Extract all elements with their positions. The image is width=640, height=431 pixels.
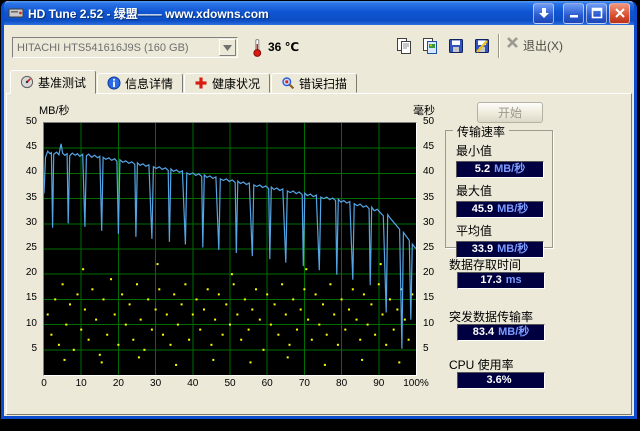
max-value: 45.9 xyxy=(471,203,494,215)
health-cross-icon xyxy=(194,76,208,90)
benchmark-icon xyxy=(20,75,34,89)
axis-tick: 40 xyxy=(423,166,435,178)
copy-text-button[interactable] xyxy=(392,34,416,58)
min-value: 5.2 xyxy=(474,163,491,175)
drive-select[interactable]: HITACHI HTS541616J9S (160 GB) xyxy=(12,37,238,58)
axis-tick: 30 xyxy=(150,378,162,389)
axis-tick: 45 xyxy=(423,141,435,153)
axis-tick: 20 xyxy=(112,378,124,389)
burst-rate-value-field: 83.4 MB/秒 xyxy=(457,324,545,341)
exit-button[interactable]: 退出(X) xyxy=(506,36,563,54)
tab-label: 信息详情 xyxy=(125,76,174,91)
axis-tick: 5 xyxy=(31,342,37,354)
axis-tick: 40 xyxy=(187,378,199,389)
avg-value: 33.9 xyxy=(471,243,494,255)
save-image-button[interactable] xyxy=(470,34,494,58)
download-button[interactable] xyxy=(533,2,554,24)
chevron-down-icon[interactable] xyxy=(219,39,236,56)
left-axis-ticks: 50 45 40 35 30 25 20 15 10 5 xyxy=(11,116,39,374)
tab-benchmark[interactable]: 基准测试 xyxy=(10,70,97,94)
burst-rate-value: 83.4 xyxy=(472,326,495,338)
toolbar-separator xyxy=(498,34,500,58)
window-title: HD Tune 2.52 - 绿盟—— www.xdowns.com xyxy=(28,6,269,21)
axis-tick: 45 xyxy=(25,141,37,153)
maximize-button[interactable] xyxy=(586,2,607,24)
axis-tick: 0 xyxy=(41,378,47,389)
axis-tick: 60 xyxy=(261,378,273,389)
temperature-value: 36 ℃ xyxy=(268,40,300,54)
axis-tick: 25 xyxy=(423,242,435,253)
thermometer-icon xyxy=(252,38,263,62)
tab-label: 健康状况 xyxy=(212,76,261,91)
copy-image-button[interactable] xyxy=(418,34,442,58)
drive-select-value: HITACHI HTS541616J9S (160 GB) xyxy=(17,41,189,54)
axis-tick: 35 xyxy=(25,191,37,203)
axis-tick: 35 xyxy=(423,191,435,203)
title-bar[interactable]: HD Tune 2.52 - 绿盟—— www.xdowns.com xyxy=(4,1,634,25)
minimize-button[interactable] xyxy=(563,2,584,24)
axis-tick: 15 xyxy=(423,292,435,304)
max-label: 最大值 xyxy=(456,184,493,198)
toolbar: HITACHI HTS541616J9S (160 GB) 36 ℃ 退出(X) xyxy=(4,25,634,69)
axis-tick: 20 xyxy=(423,267,435,279)
cpu-usage-value: 3.6% xyxy=(486,374,512,386)
app-icon xyxy=(8,5,24,21)
avg-label: 平均值 xyxy=(456,224,493,238)
benchmark-chart xyxy=(43,122,417,376)
axis-tick: 40 xyxy=(25,166,37,178)
desktop: { "window": { "title": "HD Tune 2.52 - 绿… xyxy=(0,0,640,431)
axis-tick: 50 xyxy=(224,378,236,389)
axis-tick: 70 xyxy=(298,378,310,389)
left-axis-label: MB/秒 xyxy=(39,105,70,117)
axis-tick: 10 xyxy=(423,317,435,329)
axis-tick: 10 xyxy=(25,317,37,329)
avg-unit: MB/秒 xyxy=(497,243,529,255)
transfer-rate-group: 传输速率 最小值 5.2 MB/秒 最大值 45.9 MB/秒 平均值 33.9 MB… xyxy=(445,123,553,258)
min-unit: MB/秒 xyxy=(494,163,526,175)
cpu-usage-label: CPU 使用率 xyxy=(449,358,514,372)
min-value-field: 5.2 MB/秒 xyxy=(456,161,544,178)
axis-tick: 15 xyxy=(25,292,37,304)
access-time-label: 数据存取时间 xyxy=(449,258,522,272)
tab-label: 错误扫描 xyxy=(299,76,348,91)
save-text-button[interactable] xyxy=(444,34,468,58)
tab-error-scan[interactable]: 错误扫描 xyxy=(271,73,358,93)
axis-tick: 100% xyxy=(403,378,429,389)
cpu-usage-value-field: 3.6% xyxy=(457,372,545,389)
axis-tick: 30 xyxy=(25,216,37,228)
burst-rate-unit: MB/秒 xyxy=(498,326,530,338)
axis-tick: 30 xyxy=(423,216,435,228)
benchmark-chart-svg xyxy=(43,123,417,375)
tab-bar: 基准测试 信息详情 健康状况 错误扫描 xyxy=(4,69,634,94)
exit-icon xyxy=(506,36,519,54)
tab-info[interactable]: 信息详情 xyxy=(97,73,184,93)
access-time-value-field: 17.3 ms xyxy=(457,272,545,289)
axis-tick: 25 xyxy=(25,242,37,253)
magnifier-icon xyxy=(281,76,295,90)
axis-tick: 50 xyxy=(25,116,37,127)
axis-tick: 50 xyxy=(423,116,435,127)
close-button[interactable] xyxy=(609,2,630,24)
access-time-value: 17.3 xyxy=(480,274,502,286)
axis-tick: 20 xyxy=(25,267,37,279)
min-label: 最小值 xyxy=(456,144,493,158)
max-unit: MB/秒 xyxy=(497,203,529,215)
benchmark-page: MB/秒 毫秒 50 45 40 35 30 25 20 15 10 5 50 45 40 35 30 25… xyxy=(6,93,632,415)
start-button[interactable]: 开始 xyxy=(477,102,543,123)
exit-label: 退出(X) xyxy=(523,38,563,53)
access-time-unit: ms xyxy=(505,274,522,286)
info-icon xyxy=(107,76,121,90)
axis-tick: 80 xyxy=(336,378,348,389)
right-axis-ticks: 50 45 40 35 30 25 20 15 10 5 xyxy=(421,116,447,374)
tab-label: 基准测试 xyxy=(38,75,87,90)
burst-rate-label: 突发数据传输率 xyxy=(449,310,534,324)
tab-health[interactable]: 健康状况 xyxy=(184,73,271,93)
max-value-field: 45.9 MB/秒 xyxy=(456,201,544,218)
axis-tick: 90 xyxy=(373,378,385,389)
x-axis-ticks: 0 10 20 30 40 50 60 70 80 90 100% xyxy=(41,378,429,390)
axis-tick: 10 xyxy=(75,378,87,389)
transfer-rate-group-title: 传输速率 xyxy=(453,123,510,140)
axis-tick: 5 xyxy=(423,342,429,354)
hdtune-window: HD Tune 2.52 - 绿盟—— www.xdowns.com HITAC… xyxy=(1,1,637,419)
